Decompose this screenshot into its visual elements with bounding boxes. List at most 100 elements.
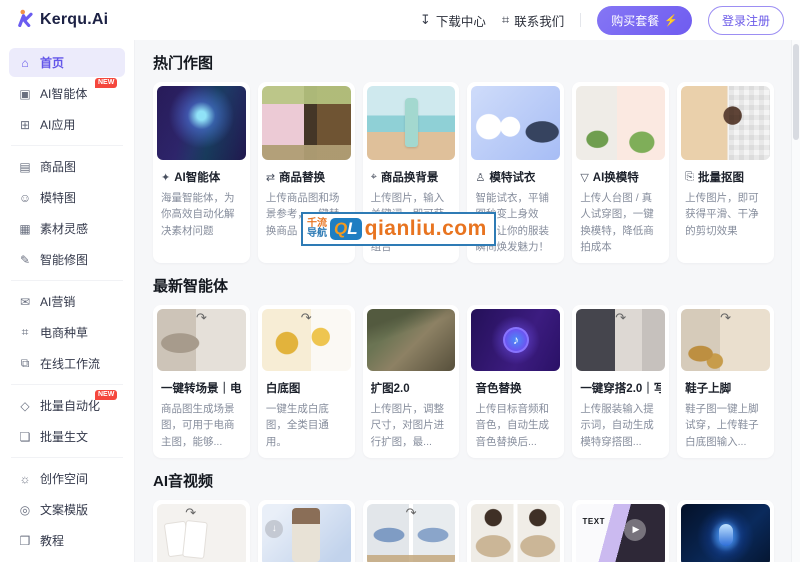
- card-title-text: 一键穿搭2.0｜写...: [580, 380, 661, 396]
- tool-card[interactable]: ♪ 音色替换上传目标音频和音色，自动生成音色替换后...: [467, 305, 564, 458]
- arrow-icon: ↷: [406, 505, 417, 521]
- tool-card[interactable]: ▽ AI换模特上传人台图 / 真人试穿图，一键换模特，降低商拍成本: [572, 82, 669, 263]
- tech-human-thumbnail: [157, 86, 246, 160]
- vertical-scrollbar[interactable]: [791, 40, 800, 562]
- tool-card[interactable]: ↷一键穿搭2.0｜写...上传服装输入提示词，自动生成模特穿搭图...: [572, 305, 669, 458]
- card-title-text: AI换模特: [593, 169, 639, 185]
- sidebar-item-label: 在线工作流: [40, 355, 100, 372]
- ql-badge: QL: [330, 218, 362, 240]
- card-title-text: 音色替换: [475, 380, 521, 396]
- card-description: 上传人台图 / 真人试穿图，一键换模特，降低商拍成本: [580, 190, 661, 255]
- tryon-blue-thumbnail: [471, 86, 560, 160]
- outfit-swap-thumbnail: ↷: [576, 309, 665, 371]
- cutout-icon: ⎘: [685, 171, 694, 184]
- sidebar-item-3-1[interactable]: ❏批量生文: [9, 422, 125, 451]
- copy-template-icon: ◎: [18, 503, 32, 517]
- sidebar-item-label: AI应用: [40, 116, 75, 133]
- perfume-swap-thumbnail: [262, 86, 351, 160]
- logo-text: Kerqu.Ai: [40, 11, 108, 29]
- tool-card[interactable]: ▶TEXT文生视频2.0输入文字，描述你想创作的画面内容、运动...: [572, 500, 669, 562]
- sidebar-item-label: AI智能体: [40, 85, 87, 102]
- tool-card[interactable]: ↷一键转场景｜电...商品图生成场景图，可用于电商主图，能够...: [153, 305, 250, 458]
- arrow-icon: ↷: [615, 310, 626, 326]
- sidebar-item-1-2[interactable]: ▦素材灵感: [9, 214, 125, 243]
- sidebar-item-0-0[interactable]: ⌂首页: [9, 48, 125, 77]
- tool-card[interactable]: ↷鞋子上脚鞋子图一键上脚试穿，上传鞋子白底图输入...: [677, 305, 774, 458]
- card-description: 海量智能体，为你高效自动化解决素材问题: [161, 190, 242, 239]
- sparkle-gear-icon: ✦: [161, 171, 170, 184]
- card-title: ⇄ 商品替换: [266, 169, 347, 185]
- card-title-text: 白底图: [266, 380, 301, 396]
- buy-package-button[interactable]: 购买套餐 ⚡: [597, 6, 692, 35]
- tool-card[interactable]: ↷首尾帧视频上传首帧图片和尾帧图片，输入提示词，生...: [153, 500, 250, 562]
- sidebar-item-1-0[interactable]: ▤ 商品图: [9, 152, 125, 181]
- workflow-icon: ⧉: [18, 356, 32, 371]
- portrait-cutout-thumbnail: [681, 86, 770, 160]
- logo[interactable]: Kerqu.Ai: [16, 9, 108, 32]
- contact-icon: ⌗: [502, 12, 509, 28]
- marketing-icon: ✉: [18, 295, 32, 309]
- pose-frames-thumbnail: ↷: [157, 504, 246, 562]
- download-center-link[interactable]: ↧ 下载中心: [420, 11, 486, 30]
- sidebar-item-2-1[interactable]: ⌗电商种草: [9, 318, 125, 347]
- new-badge: NEW: [95, 78, 117, 88]
- page: Kerqu.Ai ↧ 下载中心 ⌗ 联系我们 购买套餐 ⚡ 登录注册 ⌂首页▣A…: [0, 0, 800, 562]
- sidebar-item-2-0[interactable]: ✉AI营销: [9, 287, 125, 316]
- beach-bottle-thumbnail: [367, 86, 456, 160]
- forest-expand-thumbnail: [367, 309, 456, 371]
- top-header: Kerqu.Ai ↧ 下载中心 ⌗ 联系我们 购买套餐 ⚡ 登录注册: [0, 0, 800, 40]
- login-register-button[interactable]: 登录注册: [708, 6, 784, 35]
- tool-card[interactable]: 语音克隆3.0长文本转语音，复刻声音情感、口音和风格...: [677, 500, 774, 562]
- sidebar-divider: [11, 145, 123, 146]
- diamond-icon: ▽: [580, 171, 588, 184]
- card-title: 音色替换: [475, 380, 556, 396]
- sidebar-divider: [11, 384, 123, 385]
- tool-card[interactable]: ⎘批量抠图上传图片，即可获得平滑、干净的剪切效果: [677, 82, 774, 263]
- sidebar-item-1-3[interactable]: ✎智能修图: [9, 245, 125, 274]
- mic-clone: [719, 524, 733, 546]
- sidebar-item-3-0[interactable]: ◇ 批量自动化NEW: [9, 391, 125, 420]
- scrollbar-thumb[interactable]: [793, 44, 799, 140]
- sidebar-item-2-2[interactable]: ⧉ 在线工作流: [9, 349, 125, 378]
- tool-card[interactable]: ↷白底图一键生成白底图，全类目通用。: [258, 305, 355, 458]
- batch-auto-icon: ◇: [18, 399, 32, 413]
- voice-clone-thumbnail: [681, 504, 770, 562]
- tutorial-icon: ❒: [18, 534, 32, 548]
- sidebar-item-4-0[interactable]: ☼创作空间: [9, 464, 125, 493]
- card-title: 鞋子上脚: [685, 380, 766, 396]
- product-image-icon: ▤: [18, 160, 32, 174]
- card-title: ✦AI智能体: [161, 169, 242, 185]
- download-center-label: 下载中心: [436, 11, 486, 30]
- tool-card[interactable]: ↷图生视频输入描述动作、画面后生成视频: [363, 500, 460, 562]
- model-image-icon: ☺: [18, 191, 32, 205]
- sidebar-item-label: 素材灵感: [40, 220, 88, 237]
- sidebar-item-4-1[interactable]: ◎文案模版: [9, 495, 125, 524]
- card-title: ▽ AI换模特: [580, 169, 661, 185]
- card-title-text: 商品替换: [279, 169, 325, 185]
- tool-card[interactable]: ✦AI智能体海量智能体，为你高效自动化解决素材问题: [153, 82, 250, 263]
- sidebar-item-0-1[interactable]: ▣AI智能体NEW: [9, 79, 125, 108]
- sidebar-item-0-2[interactable]: ⊞AI应用: [9, 110, 125, 139]
- voice-wave-thumbnail: ♪: [471, 309, 560, 371]
- ecommerce-icon: ⌗: [18, 325, 32, 340]
- watermark-line2: 导航: [307, 229, 327, 240]
- sidebar-item-label: 批量生文: [40, 428, 88, 445]
- card-description: 上传目标音频和音色，自动生成音色替换后...: [475, 401, 556, 450]
- tool-card[interactable]: 扩图2.0上传图片，调整尺寸，对图片进行扩图，最...: [363, 305, 460, 458]
- play-icon: ▶: [624, 519, 646, 541]
- sidebar-item-4-2[interactable]: ❒教程: [9, 526, 125, 555]
- card-title-text: 鞋子上脚: [685, 380, 731, 396]
- new-badge: NEW: [95, 390, 117, 400]
- tool-card[interactable]: ↓数字人3.0上传照片、音频或输入内容，轻松生成数字...: [258, 500, 355, 562]
- swap-icon: ⇄: [266, 171, 275, 184]
- sidebar-item-label: 批量自动化: [40, 397, 100, 414]
- card-title-text: 批量抠图: [698, 169, 744, 185]
- tool-card[interactable]: 视频对口型2.0根据音频自动生成对口型的视频，时长不限。: [467, 500, 564, 562]
- sidebar-item-1-1[interactable]: ☺模特图: [9, 183, 125, 212]
- focus-icon: ⌖: [371, 171, 377, 184]
- text-video-thumbnail: ▶TEXT: [576, 504, 665, 562]
- home-icon: ⌂: [18, 56, 32, 70]
- sidebar-item-label: 商品图: [40, 158, 76, 175]
- contact-us-link[interactable]: ⌗ 联系我们: [502, 11, 564, 30]
- login-register-label: 登录注册: [722, 14, 770, 28]
